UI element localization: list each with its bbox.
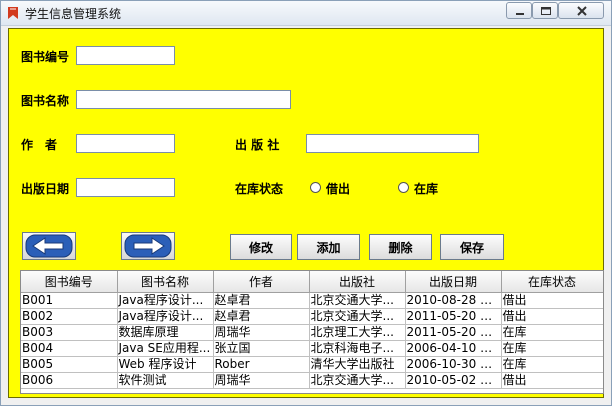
author-input[interactable]	[76, 134, 175, 153]
minimize-button[interactable]	[506, 2, 532, 19]
app-window: 学生信息管理系统 图书编号 图书名称 作 者 出 版 社 出版日期 在库状态 借…	[0, 0, 612, 406]
table-cell[interactable]: 在库	[501, 324, 603, 341]
right-arrow-icon	[124, 234, 172, 258]
table-row[interactable]: B001 Java程序设计... 赵卓君 北京交通大学... 2010-08-2…	[21, 292, 603, 309]
table-row[interactable]: B004 Java SE应用程... 张立国 北京科海电子... 2006-04…	[21, 340, 603, 357]
maximize-icon	[541, 7, 551, 15]
next-button[interactable]	[121, 232, 175, 260]
table-row[interactable]: B003 数据库原理 周瑞华 北京理工大学... 2011-05-20 00:.…	[21, 324, 603, 341]
table-cell[interactable]: B004	[21, 340, 118, 357]
pub-date-input[interactable]	[76, 178, 175, 197]
table-cell[interactable]: 在库	[501, 340, 603, 357]
table-cell[interactable]: 周瑞华	[213, 324, 310, 341]
table-cell[interactable]: B003	[21, 324, 118, 341]
table-cell[interactable]: 借出	[501, 308, 603, 325]
column-header[interactable]: 图书编号	[21, 271, 118, 293]
table-cell[interactable]: 数据库原理	[117, 324, 214, 341]
table-cell[interactable]: 2006-04-10 00:...	[405, 340, 502, 357]
column-header[interactable]: 出版社	[309, 271, 406, 293]
table-cell[interactable]: 2006-10-30 00:...	[405, 356, 502, 373]
title-bar[interactable]: 学生信息管理系统	[1, 1, 611, 26]
table-cell[interactable]: 借出	[501, 292, 603, 309]
main-panel: 图书编号 图书名称 作 者 出 版 社 出版日期 在库状态 借出 在库 修改 添…	[8, 28, 604, 398]
app-icon	[6, 5, 20, 19]
delete-button[interactable]: 删除	[369, 234, 432, 260]
table-cell[interactable]: 北京交通大学...	[309, 372, 406, 389]
table-cell[interactable]: B006	[21, 372, 118, 389]
column-header[interactable]: 出版日期	[405, 271, 502, 293]
close-icon	[577, 6, 587, 16]
table-cell[interactable]: 北京科海电子...	[309, 340, 406, 357]
modify-button[interactable]: 修改	[230, 234, 292, 260]
table-cell[interactable]: B002	[21, 308, 118, 325]
book-id-label: 图书编号	[21, 50, 70, 64]
author-label: 作 者	[21, 138, 58, 152]
book-name-input[interactable]	[76, 90, 291, 109]
status-instock-label: 在库	[414, 182, 439, 196]
publisher-label: 出 版 社	[235, 138, 280, 152]
table-cell[interactable]: Java程序设计...	[117, 308, 214, 325]
previous-button[interactable]	[22, 232, 76, 260]
table-row[interactable]: B002 Java程序设计... 赵卓君 北京交通大学... 2011-05-2…	[21, 308, 603, 325]
books-table[interactable]: 图书编号 图书名称 作者 出版社 出版日期 在库状态 B001 Java程序设计…	[20, 270, 604, 394]
table-cell[interactable]: 张立国	[213, 340, 310, 357]
minimize-icon	[516, 13, 524, 15]
table-cell[interactable]: 赵卓君	[213, 292, 310, 309]
table-cell[interactable]: Rober	[213, 356, 310, 373]
publisher-input[interactable]	[306, 134, 479, 153]
left-arrow-icon	[25, 234, 73, 258]
maximize-button[interactable]	[532, 2, 558, 19]
column-header[interactable]: 在库状态	[501, 271, 603, 293]
table-cell[interactable]: 2010-08-28 00:...	[405, 292, 502, 309]
table-cell[interactable]: 软件测试	[117, 372, 214, 389]
table-cell[interactable]: 2011-05-20 00:...	[405, 324, 502, 341]
table-cell[interactable]: 周瑞华	[213, 372, 310, 389]
add-button[interactable]: 添加	[297, 234, 360, 260]
table-cell[interactable]: B005	[21, 356, 118, 373]
table-row[interactable]: B006 软件测试 周瑞华 北京交通大学... 2010-05-02 00:..…	[21, 372, 603, 389]
table-cell[interactable]: 赵卓君	[213, 308, 310, 325]
save-button[interactable]: 保存	[440, 234, 504, 260]
close-button[interactable]	[558, 2, 604, 19]
status-instock-radio[interactable]	[398, 182, 409, 193]
table-cell[interactable]: 2010-05-02 00:...	[405, 372, 502, 389]
table-cell[interactable]: 2011-05-20 00:...	[405, 308, 502, 325]
column-header[interactable]: 作者	[213, 271, 310, 293]
table-cell[interactable]: Java程序设计...	[117, 292, 214, 309]
table-cell[interactable]: 北京交通大学...	[309, 292, 406, 309]
table-cell[interactable]: Web 程序设计	[117, 356, 214, 373]
pub-date-label: 出版日期	[21, 182, 70, 196]
window-title: 学生信息管理系统	[25, 7, 122, 21]
table-cell[interactable]: 北京交通大学...	[309, 308, 406, 325]
column-header[interactable]: 图书名称	[117, 271, 214, 293]
book-name-label: 图书名称	[21, 94, 70, 108]
table-cell[interactable]: Java SE应用程...	[117, 340, 214, 357]
book-id-input[interactable]	[76, 46, 175, 65]
table-cell[interactable]: 北京理工大学...	[309, 324, 406, 341]
table-row[interactable]: B005 Web 程序设计 Rober 清华大学出版社 2006-10-30 0…	[21, 356, 603, 373]
table-cell[interactable]: B001	[21, 292, 118, 309]
table-header-row: 图书编号 图书名称 作者 出版社 出版日期 在库状态	[21, 271, 603, 293]
table-cell[interactable]: 在库	[501, 356, 603, 373]
table-cell[interactable]: 清华大学出版社	[309, 356, 406, 373]
status-lent-radio[interactable]	[310, 182, 321, 193]
status-lent-label: 借出	[326, 182, 351, 196]
status-label: 在库状态	[235, 182, 284, 196]
table-cell[interactable]: 借出	[501, 372, 603, 389]
